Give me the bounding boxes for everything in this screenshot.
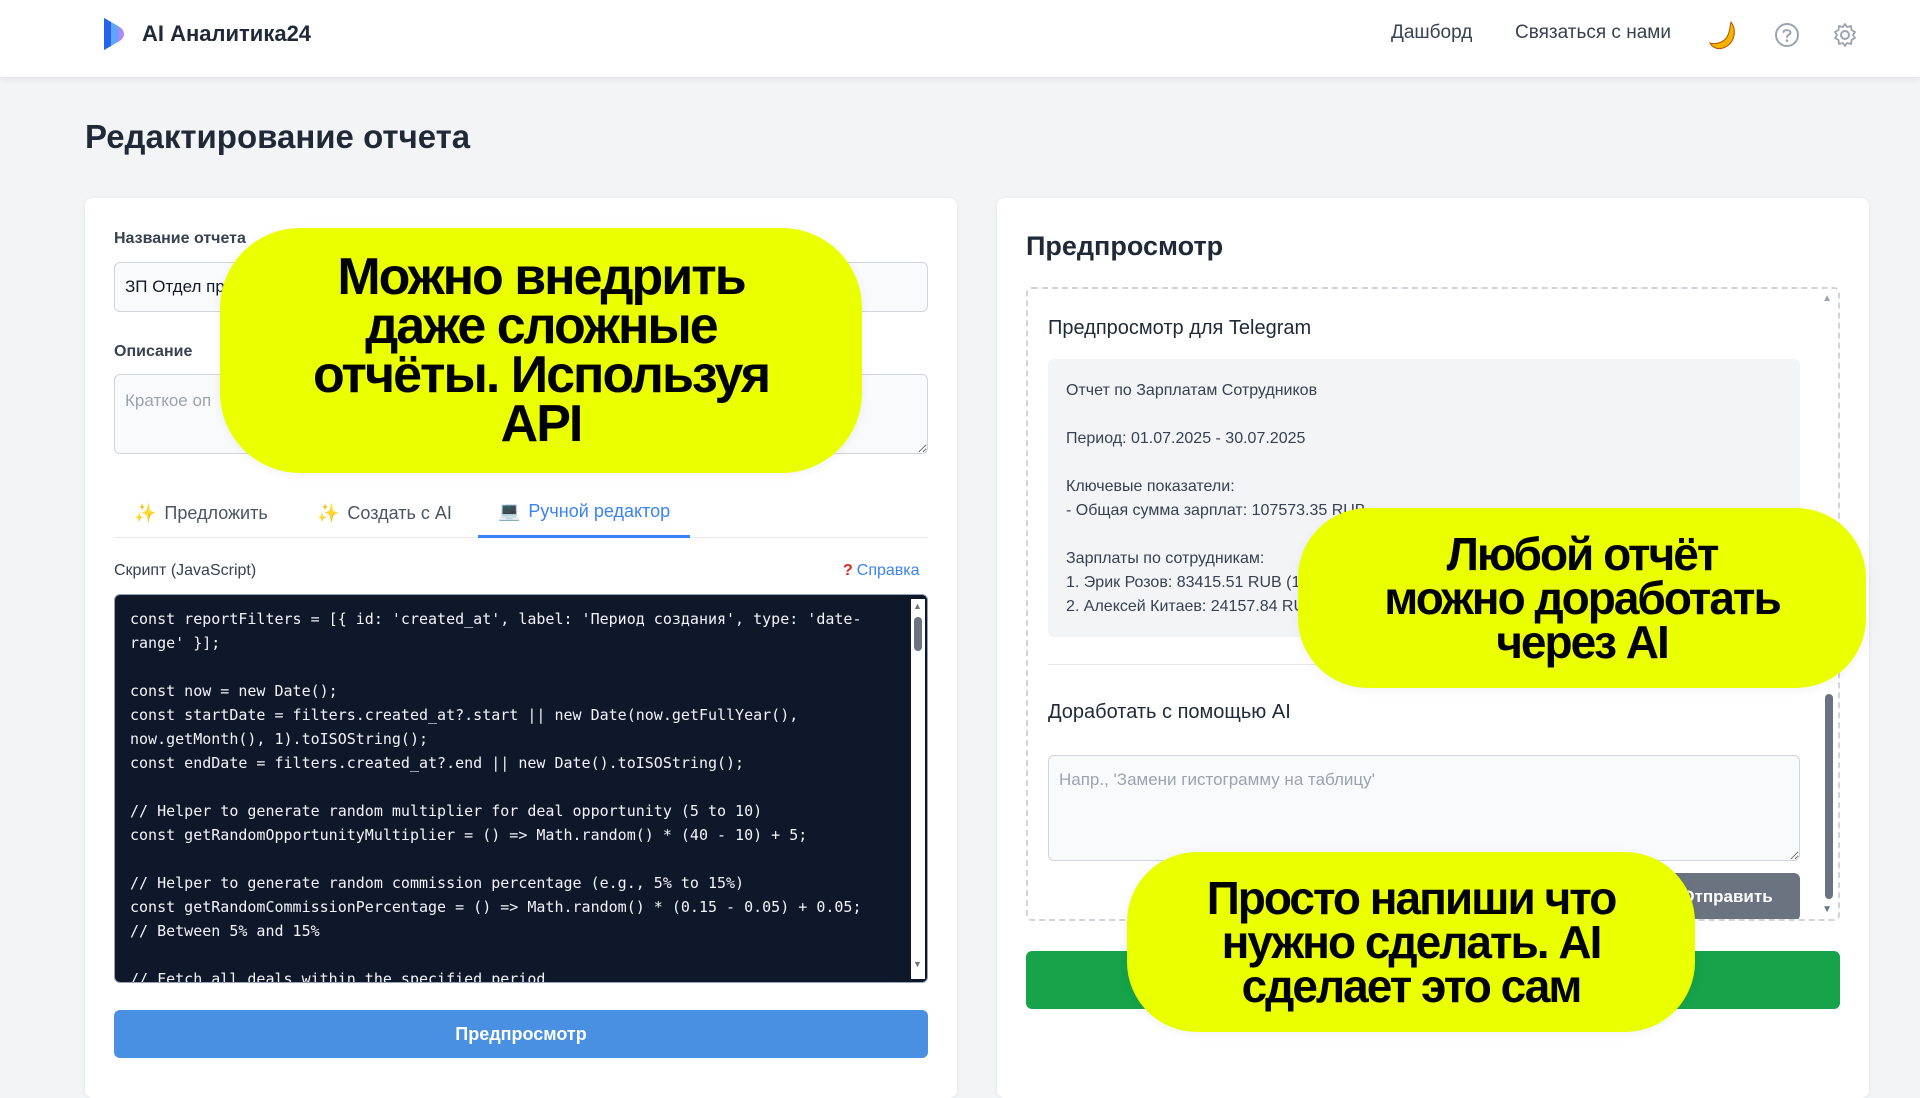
question-icon: ? (843, 562, 853, 579)
period-line: Период: 01.07.2025 - 30.07.2025 (1066, 430, 1306, 447)
preview-scrollbar-thumb[interactable] (1825, 694, 1833, 899)
sparkles-icon: ✨ (134, 502, 157, 523)
promo-line: сделает это сам (1241, 960, 1583, 1012)
help-icon[interactable] (1769, 17, 1805, 53)
sparkles-icon: ✨ (317, 502, 340, 523)
promo-line: Можно внедрить (337, 247, 746, 306)
promo-line: API (500, 394, 584, 453)
tab-manual-editor-label: Ручной редактор (528, 501, 671, 521)
gear-icon[interactable] (1827, 17, 1863, 53)
promo-line: нужно сделать. AI (1221, 916, 1603, 968)
tab-suggest-label: Предложить (164, 502, 268, 523)
promo-line: Просто напиши что (1206, 872, 1618, 924)
promo-line: можно доработать (1384, 572, 1781, 624)
editor-tabs: ✨ Предложить ✨ Создать с AI 💻 Ручной ред… (114, 488, 928, 538)
promo-line: даже сложные (365, 296, 718, 355)
tab-create-ai[interactable]: ✨ Создать с AI (297, 488, 472, 538)
code-scrollbar-thumb[interactable] (914, 617, 922, 651)
promo-line: отчёты. Используя (312, 345, 771, 404)
script-label: Скрипт (JavaScript) (114, 562, 257, 579)
brand-logo-icon (104, 18, 124, 50)
brand[interactable]: AI Аналитика24 (100, 14, 311, 54)
help-link[interactable]: ? Справка (843, 562, 920, 580)
top-navbar: AI Аналитика24 Дашборд Связаться с нами (0, 0, 1920, 77)
scroll-up-icon[interactable]: ▲ (1822, 293, 1832, 304)
promo-line: Любой отчёт (1446, 528, 1720, 580)
telegram-preview-title: Предпросмотр для Telegram (1048, 317, 1312, 339)
promo-line: через AI (1496, 616, 1670, 668)
promo-bubble-api: Можно внедрить даже сложные отчёты. Испо… (220, 228, 862, 473)
tab-manual-editor[interactable]: 💻 Ручной редактор (478, 488, 691, 538)
report-line: Отчет по Зарплатам Сотрудников (1066, 382, 1318, 399)
report-name-label: Название отчета (114, 230, 246, 247)
code-content[interactable]: const reportFilters = [{ id: 'created_at… (130, 607, 900, 982)
code-editor[interactable]: const reportFilters = [{ id: 'created_at… (114, 594, 928, 983)
moon-icon[interactable] (1706, 17, 1742, 53)
scroll-up-icon[interactable]: ▲ (913, 601, 922, 611)
tab-create-ai-label: Создать с AI (347, 502, 452, 523)
page-title: Редактирование отчета (85, 118, 471, 155)
nav-dashboard-link[interactable]: Дашборд (1391, 22, 1472, 44)
scroll-down-icon[interactable]: ▼ (913, 959, 922, 969)
help-link-label: Справка (856, 562, 920, 579)
preview-button[interactable]: Предпросмотр (114, 1010, 928, 1058)
nav-contact-link[interactable]: Связаться с нами (1515, 22, 1671, 44)
preview-title: Предпросмотр (1026, 231, 1224, 261)
ai-refine-input[interactable] (1048, 755, 1800, 861)
code-scrollbar[interactable]: ▲ ▼ (911, 599, 925, 979)
promo-bubble-just-write: Просто напиши что нужно сделать. AI сдел… (1127, 852, 1695, 1032)
promo-bubble-ai-refine: Любой отчёт можно доработать через AI (1298, 508, 1866, 688)
kpi-title-line: Ключевые показатели: (1066, 478, 1235, 495)
scroll-down-icon[interactable]: ▼ (1822, 904, 1832, 915)
brand-name: AI Аналитика24 (142, 21, 312, 46)
description-label: Описание (114, 343, 193, 360)
laptop-icon: 💻 (498, 501, 521, 521)
ai-refine-title: Доработать с помощью AI (1048, 701, 1291, 723)
tab-suggest[interactable]: ✨ Предложить (114, 488, 288, 538)
